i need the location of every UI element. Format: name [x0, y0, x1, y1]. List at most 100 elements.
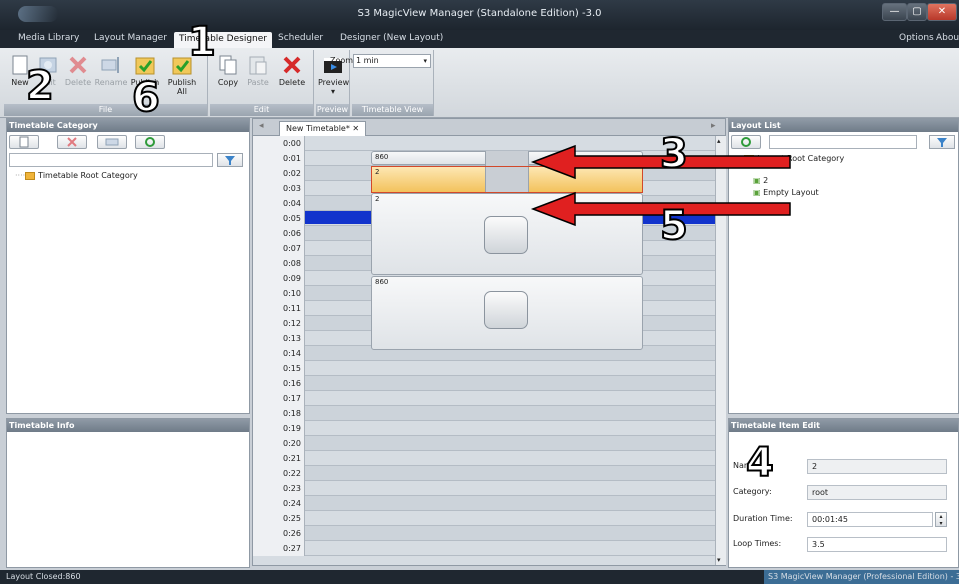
zoom-select[interactable]: 1 min ▾ [353, 54, 431, 68]
time-row: 0:18 [253, 406, 715, 421]
rename-icon [105, 138, 119, 146]
status-bar: Layout Closed:860 S3 MagicView Manager (… [0, 570, 959, 584]
tree-item-layout-root[interactable]: ⊟ Layout Root Category [735, 154, 844, 163]
close-tab-icon[interactable]: ✕ [352, 124, 359, 133]
refresh-layout-button[interactable] [731, 135, 761, 149]
tab-new-timetable[interactable]: New Timetable* ✕ [279, 121, 367, 136]
filter-icon [937, 138, 947, 147]
paste-button[interactable]: Paste [244, 54, 272, 87]
time-label: 0:18 [253, 406, 305, 421]
time-label: 0:21 [253, 451, 305, 466]
time-label: 0:19 [253, 421, 305, 436]
annotation-3: 3 [659, 131, 689, 177]
category-filter-button[interactable] [217, 153, 243, 167]
delete-category-button[interactable] [57, 135, 87, 149]
tree-item-empty-layout[interactable]: ▣ Empty Layout [753, 188, 819, 197]
delete-button[interactable]: Delete [62, 54, 94, 87]
time-label: 0:05 [253, 211, 305, 226]
duration-spinner[interactable]: ▴ ▾ [935, 512, 947, 527]
refresh-category-button[interactable] [135, 135, 165, 149]
status-right: S3 MagicView Manager (Professional Editi… [764, 570, 959, 584]
folder-icon [744, 154, 755, 163]
copy-icon [219, 55, 237, 75]
duration-input[interactable]: 00:01:45 [807, 512, 933, 527]
time-label: 0:24 [253, 496, 305, 511]
layout-icon: ▣ [753, 176, 761, 185]
time-label: 0:25 [253, 511, 305, 526]
loop-times-input[interactable]: 3.5 [807, 537, 947, 552]
time-label: 0:03 [253, 181, 305, 196]
maximize-button[interactable]: ▢ [907, 3, 927, 21]
annotation-4: 4 [745, 440, 775, 486]
time-row: 0:15 [253, 361, 715, 376]
publish-check-icon [135, 57, 155, 75]
time-label: 0:10 [253, 286, 305, 301]
rename-category-button[interactable] [97, 135, 127, 149]
annotation-2: 2 [25, 63, 55, 109]
folder-icon [25, 171, 36, 180]
tabstrip-right-arrow-icon[interactable]: ▸ [711, 121, 716, 131]
scroll-up-icon[interactable]: ▴ [717, 137, 721, 145]
time-row: 0:19 [253, 421, 715, 436]
time-label: 0:09 [253, 271, 305, 286]
minimize-button[interactable]: — [882, 3, 907, 21]
annotation-1: 1 [187, 19, 217, 65]
time-label: 0:00 [253, 136, 305, 151]
layout-filter-button[interactable] [929, 135, 955, 149]
options-menu[interactable]: Options [899, 33, 934, 43]
time-label: 0:13 [253, 331, 305, 346]
time-label: 0:06 [253, 226, 305, 241]
loop-times-label: Loop Times: [733, 539, 782, 548]
category-search-input[interactable] [9, 153, 213, 167]
time-row: 0:23 [253, 481, 715, 496]
edit-group-caption: Edit [210, 104, 313, 116]
zoom-label: Zoom [330, 56, 354, 65]
timetable-scrollbar[interactable]: ▴ ▾ [715, 136, 726, 565]
timetable-grid[interactable]: 0:00 0:01 0:02 0:03 0:04 0:05 0:06 0:07 0:08 0:09… [253, 136, 715, 565]
time-label: 0:12 [253, 316, 305, 331]
time-row: 0:16 [253, 376, 715, 391]
timetable-block-2[interactable]: 2 [371, 193, 643, 275]
tree-item-layout-2[interactable]: ▣ 2 [753, 176, 768, 185]
refresh-icon [145, 137, 155, 147]
scroll-down-icon[interactable]: ▾ [717, 556, 721, 564]
timetable-category-panel: Timetable Category ···· Timetable Root Ca… [6, 118, 250, 414]
tabstrip-left-arrow-icon[interactable]: ◂ [259, 121, 264, 131]
time-label: 0:23 [253, 481, 305, 496]
timetable-tabstrip: ◂ New Timetable* ✕ ▸ [253, 119, 725, 136]
delete-icon [67, 137, 77, 147]
ribbon-group-edit: Copy Paste Delete Edit [210, 50, 314, 116]
layout-list-title: Layout List [729, 119, 958, 132]
time-label: 0:01 [253, 151, 305, 166]
time-label: 0:14 [253, 346, 305, 361]
tree-item-timetable-root[interactable]: ···· Timetable Root Category [15, 171, 138, 180]
block-handle[interactable] [484, 291, 528, 329]
delete-item-button[interactable]: Delete [276, 54, 308, 87]
collapse-icon[interactable]: ⊟ [735, 154, 742, 163]
layout-search-input[interactable] [769, 135, 917, 149]
title-bar: S3 MagicView Manager (Standalone Edition… [0, 0, 959, 30]
copy-button[interactable]: Copy [214, 54, 242, 87]
tab-scheduler[interactable]: Scheduler [278, 33, 323, 43]
time-label: 0:02 [253, 166, 305, 181]
zoom-dropdown-icon: ▾ [423, 57, 427, 65]
category-label: Category: [733, 487, 772, 496]
time-row: 0:22 [253, 466, 715, 481]
block-handle[interactable] [484, 216, 528, 254]
timetable-category-title: Timetable Category [7, 119, 249, 132]
rename-button[interactable]: Rename [94, 54, 128, 87]
new-category-button[interactable] [9, 135, 39, 149]
timetable-block-860[interactable]: 860 [371, 276, 643, 350]
name-field: 2 [807, 459, 947, 474]
refresh-icon [741, 137, 751, 147]
tab-media-library[interactable]: Media Library [18, 33, 79, 43]
tab-layout-manager[interactable]: Layout Manager [94, 33, 167, 43]
delete-icon [69, 56, 87, 74]
about-menu[interactable]: About [936, 33, 959, 43]
rename-icon [101, 57, 119, 73]
window-title: S3 MagicView Manager (Standalone Edition… [357, 8, 602, 19]
tab-designer-new-layout[interactable]: Designer (New Layout) [340, 33, 443, 43]
close-button[interactable]: ✕ [927, 3, 957, 21]
status-left: Layout Closed:860 [6, 572, 81, 581]
zoom-value: 1 min [356, 56, 379, 65]
